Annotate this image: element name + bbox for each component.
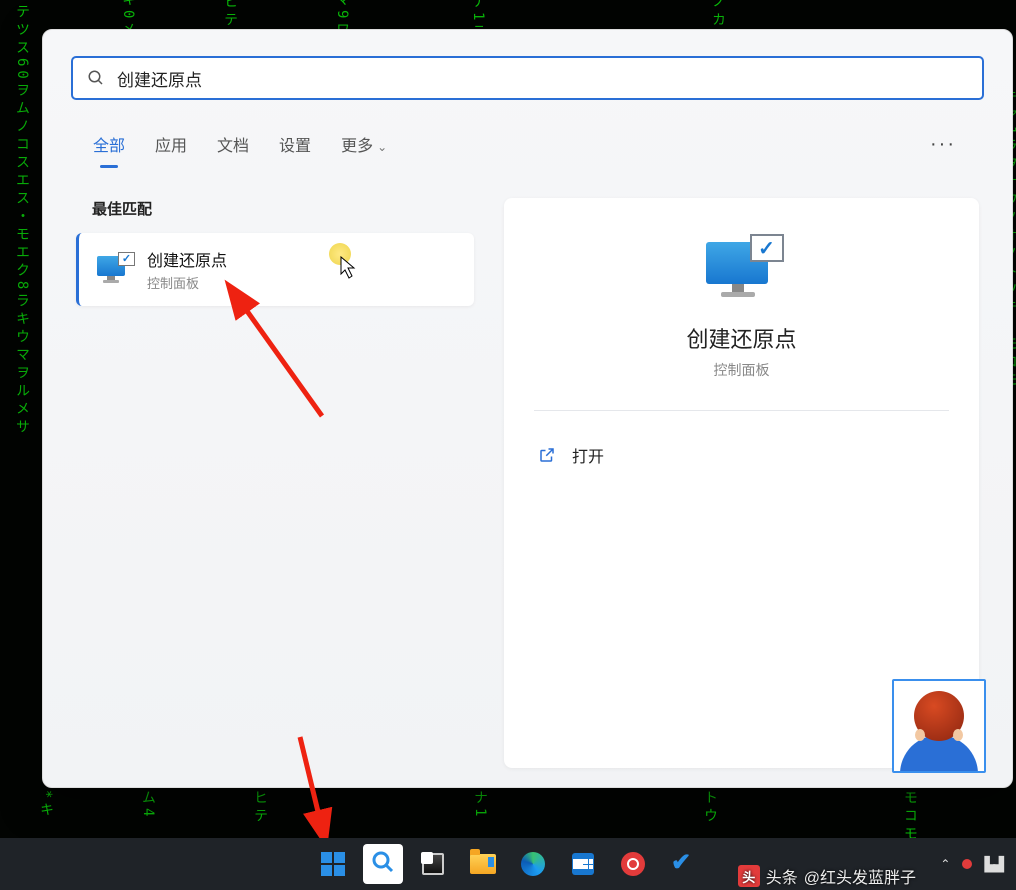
search-input[interactable] [117,68,968,88]
user-avatar[interactable] [892,679,986,773]
chevron-down-icon: ⌄ [377,140,387,154]
edge-button[interactable] [513,844,553,884]
search-icon [371,850,395,874]
recording-indicator-icon [962,859,972,869]
watermark-handle: @红头发蓝胖子 [804,864,916,888]
taskbar-search-button[interactable] [363,844,403,884]
tab-apps[interactable]: 应用 [155,126,187,162]
watermark-prefix: 头条 [766,864,798,888]
record-icon [621,852,645,876]
tray-overflow-icon[interactable]: ⌃ [940,857,950,871]
results-column: 最佳匹配 ✓ 创建还原点 控制面板 [76,198,474,768]
open-external-icon [538,446,556,464]
filter-tabs: 全部 应用 文档 设置 更多⌄ ··· [93,126,962,162]
tab-more[interactable]: 更多⌄ [341,126,387,162]
search-window: 全部 应用 文档 设置 更多⌄ ··· 最佳匹配 ✓ 创建还原点 控制面板 [42,29,1013,788]
task-view-button[interactable] [413,844,453,884]
store-icon [572,853,594,875]
result-create-restore-point[interactable]: ✓ 创建还原点 控制面板 [76,233,474,306]
watermark: 头 头条 @红头发蓝胖子 [738,864,916,888]
open-label: 打开 [572,443,604,467]
result-title: 创建还原点 [147,247,227,271]
task-view-icon [422,853,444,875]
folder-icon [470,854,496,874]
tab-settings[interactable]: 设置 [279,126,311,162]
windows-logo-icon [321,852,345,876]
system-restore-icon: ✓ [97,254,129,286]
toutiao-logo-icon: 头 [738,865,760,887]
tab-all[interactable]: 全部 [93,126,125,162]
todo-button[interactable]: ✔ [663,844,703,884]
store-button[interactable] [563,844,603,884]
start-button[interactable] [313,844,353,884]
file-explorer-button[interactable] [463,844,503,884]
detail-subtitle: 控制面板 [714,360,770,380]
tray-grid-icon[interactable]: ▙▟ [984,856,1002,873]
more-options-button[interactable]: ··· [924,133,962,156]
result-subtitle: 控制面板 [147,273,227,292]
search-icon [87,69,105,87]
open-action[interactable]: 打开 [534,435,949,475]
detail-title: 创建还原点 [686,322,796,354]
edge-icon [521,852,545,876]
recorder-button[interactable] [613,844,653,884]
tab-documents[interactable]: 文档 [217,126,249,162]
system-restore-icon-large: ✓ [702,234,782,304]
annotation-highlight [329,243,351,265]
search-bar[interactable] [71,56,984,100]
system-tray[interactable]: ⌃ ▙▟ [940,856,1002,873]
best-match-heading: 最佳匹配 [92,198,474,219]
check-icon: ✔ [671,854,695,874]
